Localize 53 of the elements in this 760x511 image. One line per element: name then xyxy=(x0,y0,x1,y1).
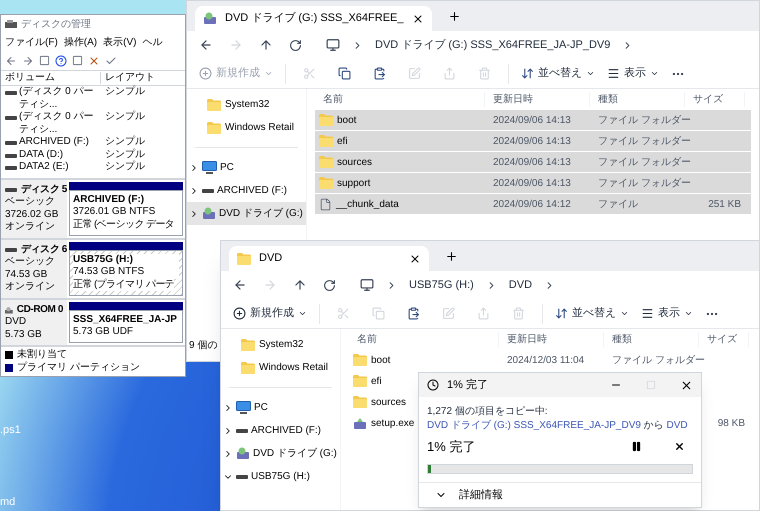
partition-name: SSS_X64FREE_JA-JP xyxy=(73,314,179,326)
partition-status: 正常 (プライマリ パーテ xyxy=(73,278,174,291)
dialog-title: 1% 完了 xyxy=(447,378,489,393)
file-name: efi xyxy=(337,134,348,148)
disk-name: ディスク 5 xyxy=(21,184,67,196)
file-date: 2024/09/06 14:13 xyxy=(493,178,571,188)
copy-message: 1,272 個の項目をコピー中: DVD ドライブ (G:) SSS_X64FREE_JA-JP_DV9 から DVD xyxy=(427,405,689,432)
file-type: ファイル フォルダー xyxy=(598,114,691,126)
disk-size: 3726.02 GB xyxy=(5,208,60,221)
file-name: __chunk_data xyxy=(336,198,399,212)
legend-label: プライマリ パーティション xyxy=(17,362,140,374)
legend-label: 未割り当て xyxy=(17,349,67,362)
file-name: sources xyxy=(337,156,372,170)
file-name: support xyxy=(337,176,370,190)
disk-name: CD-ROM 0 xyxy=(16,304,63,316)
disk-status: オンライン xyxy=(5,281,56,294)
file-name: boot xyxy=(371,354,390,368)
volume-layout: シンプル xyxy=(104,86,145,98)
volume-layout: シンプル xyxy=(104,161,145,174)
file-date: 2024/09/06 14:13 xyxy=(493,114,571,126)
file-size: 98 KB xyxy=(718,418,745,428)
disk-type: ベーシック xyxy=(5,256,56,268)
file-type: ファイル フォルダー xyxy=(598,136,691,146)
file-size: 251 KB xyxy=(708,198,741,210)
tab-title: DVD xyxy=(259,251,284,266)
disk-name: ディスク 6 xyxy=(21,244,67,256)
disk-type: DVD xyxy=(5,316,28,328)
progress-text: 1% 完了 xyxy=(427,438,476,456)
disk-size: 74.53 GB xyxy=(5,268,48,281)
file-name: boot xyxy=(337,114,356,128)
file-type: ファイル フォルダー xyxy=(598,178,691,188)
file-type: ファイル xyxy=(598,198,638,210)
file-name: setup.exe xyxy=(371,416,414,430)
file-name: efi xyxy=(371,374,382,388)
partition-name: USB75G (H:) xyxy=(73,254,179,266)
volume-layout: シンプル xyxy=(104,111,145,124)
disk-type: ベーシック xyxy=(5,196,56,208)
partition-status: 正常 (ベーシック データ xyxy=(73,218,174,231)
file-type: ファイル フォルダー xyxy=(612,354,705,366)
file-date: 2024/09/06 14:12 xyxy=(493,198,571,210)
file-date: 2024/12/03 11:04 xyxy=(507,354,584,366)
volume-layout: シンプル xyxy=(104,136,145,148)
volume-layout: シンプル xyxy=(104,148,145,160)
status-text: 9 個の xyxy=(188,339,218,353)
window-title: ディスクの管理 xyxy=(21,18,91,32)
disk-status: オンライン xyxy=(5,221,56,234)
file-date: 2024/09/06 14:13 xyxy=(493,156,571,168)
partition-info: 74.53 GB NTFS xyxy=(73,266,179,278)
file-name: sources xyxy=(371,396,406,410)
tab-title: DVD ドライブ (G:) SSS_X64FREE_ xyxy=(225,10,404,26)
disk-size: 5.73 GB xyxy=(5,328,43,341)
file-date: 2024/09/06 14:13 xyxy=(493,136,571,146)
file-type: ファイル フォルダー xyxy=(598,156,691,168)
